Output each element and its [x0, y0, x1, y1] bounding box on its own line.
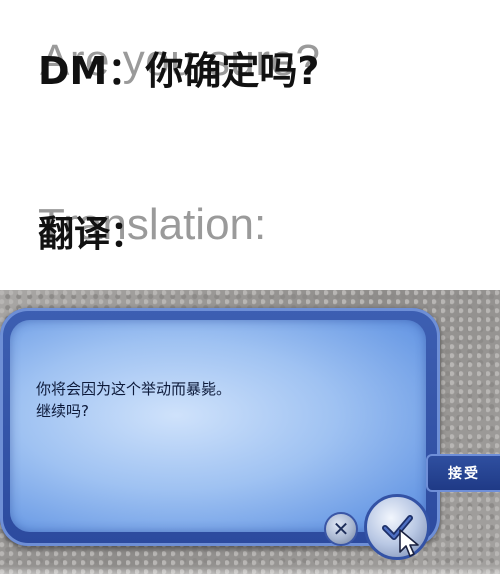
close-icon: ✕	[332, 517, 350, 541]
dialog-message-line-2: 继续吗?	[36, 402, 89, 420]
confirm-button[interactable]	[364, 494, 430, 560]
dialog-panel	[10, 320, 426, 532]
game-screenshot: 你将会因为这个举动而暴毙。 继续吗? 接受 ✕	[0, 290, 500, 574]
mouse-cursor-icon	[399, 529, 419, 557]
caption-area: Are you sure? DM：你确定吗? Translation: 翻译：	[0, 0, 500, 290]
caption-question: DM：你确定吗?	[38, 49, 320, 93]
dialog-message-line-1: 你将会因为这个举动而暴毙。	[36, 380, 232, 398]
caption-translation-label: 翻译：	[38, 214, 147, 255]
dialog-message: 你将会因为这个举动而暴毙。 继续吗?	[36, 378, 336, 422]
screen-bottom-edge	[0, 566, 500, 574]
accept-button[interactable]: 接受	[426, 454, 500, 492]
cancel-button[interactable]: ✕	[324, 512, 358, 546]
